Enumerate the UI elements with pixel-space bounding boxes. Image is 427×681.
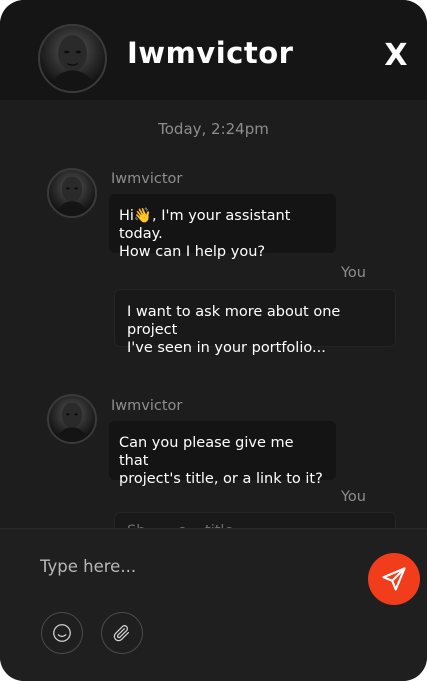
message-sender-you: You [341, 489, 366, 505]
avatar-portrait [57, 176, 87, 216]
incoming-message: Hi👋, I'm your assistant today. How can I… [109, 194, 336, 260]
message-sender: Iwmvictor [111, 398, 183, 414]
chat-widget: Iwmvictor X Today, 2:24pm Iwmvictor Hi👋,… [0, 0, 427, 681]
message-sender: Iwmvictor [111, 171, 183, 187]
attachment-icon [113, 625, 130, 642]
avatar-portrait [51, 35, 94, 91]
send-button[interactable] [368, 553, 420, 605]
attach-button[interactable] [101, 612, 143, 654]
chat-header: Iwmvictor X [0, 0, 427, 100]
conversation-timestamp: Today, 2:24pm [158, 120, 269, 138]
send-icon [382, 567, 406, 591]
emoji-icon [53, 624, 71, 642]
message-avatar [47, 394, 97, 444]
emoji-button[interactable] [41, 612, 83, 654]
outgoing-message: I want to ask more about one project I'v… [114, 289, 396, 356]
message-input[interactable] [40, 544, 350, 588]
incoming-message: Can you please give me that project's ti… [109, 421, 336, 487]
message-sender-you: You [341, 265, 366, 281]
close-button[interactable]: X [380, 36, 412, 76]
avatar [38, 24, 107, 93]
message-avatar [47, 168, 97, 218]
contact-name: Iwmvictor [127, 36, 294, 70]
avatar-portrait [57, 402, 87, 442]
